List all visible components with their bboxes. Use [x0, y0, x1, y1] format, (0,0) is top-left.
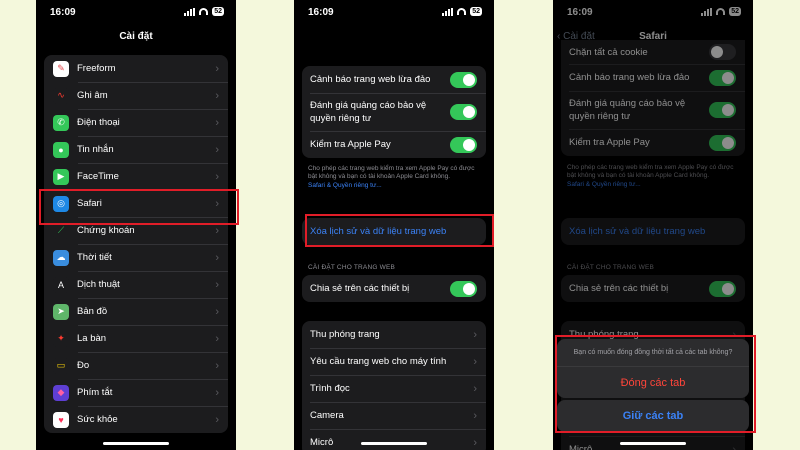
row-label: Trình đọc	[310, 383, 350, 394]
home-indicator	[620, 442, 686, 445]
chevron-right-icon: ›	[473, 409, 477, 422]
signal-icon	[184, 7, 196, 16]
apple-pay-note: Cho phép các trang web kiểm tra xem Appl…	[308, 165, 482, 190]
sidebar-item-đo[interactable]: ▭ Đo ›	[44, 352, 228, 379]
status-time: 16:09	[308, 7, 334, 18]
chevron-right-icon: ›	[215, 143, 219, 156]
chevron-right-icon: ›	[215, 89, 219, 102]
sidebar-item-sức-khỏe[interactable]: ♥ Sức khỏe ›	[44, 406, 228, 433]
status-time: 16:09	[50, 7, 76, 18]
fraud-warning-toggle[interactable]	[450, 71, 477, 88]
chevron-right-icon: ›	[215, 278, 219, 291]
section-header: CÀI ĐẶT CHO TRANG WEB	[308, 264, 396, 271]
sidebar-item-ghi-âm[interactable]: ∿ Ghi âm ›	[44, 82, 228, 109]
app-label: Điện thoại	[77, 117, 120, 128]
row-label: Thu phóng trang	[310, 329, 380, 340]
wifi-icon	[199, 8, 209, 15]
sidebar-item-facetime[interactable]: ▶ FaceTime ›	[44, 163, 228, 190]
privacy-ad-row: Đánh giá quảng cáo bảo vệ quyền riêng tư	[302, 93, 486, 131]
sidebar-item-phím-tắt[interactable]: ◆ Phím tắt ›	[44, 379, 228, 406]
safari-highlight	[39, 189, 239, 225]
chevron-right-icon: ›	[473, 436, 477, 449]
sidebar-item-tin-nhắn[interactable]: ● Tin nhắn ›	[44, 136, 228, 163]
row-label: Yêu cầu trang web cho máy tính	[310, 356, 447, 367]
wifi-icon	[457, 8, 467, 15]
health-icon: ♥	[53, 411, 69, 428]
sidebar-item-điện-thoại[interactable]: ✆ Điện thoại ›	[44, 109, 228, 136]
chevron-right-icon: ›	[473, 382, 477, 395]
weather-icon: ☁	[53, 249, 69, 266]
privacy-ad-toggle[interactable]	[450, 104, 477, 120]
chevron-right-icon: ›	[215, 224, 219, 237]
list-item[interactable]: Micrô ›	[302, 429, 486, 450]
fraud-warning-row: Cảnh báo trang web lừa đảo	[302, 66, 486, 93]
signal-icon	[442, 7, 454, 16]
list-item[interactable]: Thu phóng trang ›	[302, 321, 486, 348]
maps-icon: ➤	[53, 303, 69, 320]
app-label: Sức khỏe	[77, 414, 118, 425]
apple-pay-row: Kiểm tra Apple Pay	[302, 131, 486, 158]
sidebar-item-freeform[interactable]: ✎ Freeform ›	[44, 55, 228, 82]
battery-icon: 52	[212, 7, 224, 16]
clear-history-highlight	[305, 214, 494, 247]
note-text: Cho phép các trang web kiểm tra xem Appl…	[308, 165, 475, 180]
phone-icon: ✆	[53, 114, 69, 131]
row-label: Camera	[310, 410, 344, 421]
messages-icon: ●	[53, 141, 69, 158]
chevron-right-icon: ›	[215, 62, 219, 75]
translate-icon: A	[53, 276, 69, 293]
freeform-icon: ✎	[53, 60, 69, 77]
sidebar-item-dịch-thuật[interactable]: A Dịch thuật ›	[44, 271, 228, 298]
chevron-right-icon: ›	[215, 170, 219, 183]
chevron-right-icon: ›	[215, 359, 219, 372]
app-label: Dịch thuật	[77, 279, 120, 290]
measure-icon: ▭	[53, 357, 69, 374]
home-indicator	[103, 442, 169, 445]
privacy-group: Cảnh báo trang web lừa đảo Đánh giá quản…	[302, 66, 486, 158]
list-item[interactable]: Yêu cầu trang web cho máy tính ›	[302, 348, 486, 375]
share-devices-toggle[interactable]	[450, 280, 477, 297]
app-label: Phím tắt	[77, 387, 113, 398]
voice-memos-icon: ∿	[53, 87, 69, 104]
app-label: La bàn	[77, 333, 107, 344]
facetime-icon: ▶	[53, 168, 69, 185]
apple-pay-toggle[interactable]	[450, 136, 477, 153]
app-label: Đo	[77, 360, 90, 371]
home-indicator	[361, 442, 427, 445]
app-label: Bản đồ	[77, 306, 108, 317]
chevron-right-icon: ›	[215, 251, 219, 264]
status-overlay	[302, 24, 486, 62]
chevron-right-icon: ›	[215, 413, 219, 426]
status-bar: 16:09 52	[294, 0, 494, 24]
battery-icon: 52	[470, 7, 482, 16]
app-label: Ghi âm	[77, 90, 108, 101]
app-label: Tin nhắn	[77, 144, 114, 155]
app-label: Freeform	[77, 63, 116, 74]
app-label: FaceTime	[77, 171, 119, 182]
sidebar-item-thời-tiết[interactable]: ☁ Thời tiết ›	[44, 244, 228, 271]
list-item[interactable]: Camera ›	[302, 402, 486, 429]
site-settings-group: Thu phóng trang › Yêu cầu trang web cho má…	[302, 321, 486, 450]
sidebar-item-la-bàn[interactable]: ✦ La bàn ›	[44, 325, 228, 352]
share-group: Chia sẻ trên các thiết bị	[302, 275, 486, 302]
chevron-right-icon: ›	[215, 305, 219, 318]
action-sheet-highlight	[555, 335, 756, 433]
page-title: Cài đặt	[119, 31, 153, 42]
settings-app-list: ✎ Freeform › ∿ Ghi âm › ✆ Điện thoại › ● Tin nhắn ›…	[44, 55, 228, 433]
privacy-link[interactable]: Safari & Quyền riêng tư...	[308, 182, 482, 190]
chevron-right-icon: ›	[215, 116, 219, 129]
app-label: Chứng khoán	[77, 225, 135, 236]
app-label: Thời tiết	[77, 252, 112, 263]
share-devices-row: Chia sẻ trên các thiết bị	[302, 275, 486, 302]
shortcuts-icon: ◆	[53, 384, 69, 401]
chevron-right-icon: ›	[473, 355, 477, 368]
settings-screen: 16:09 52 Cài đặt ✎ Freeform › ∿ Ghi âm › ✆ Điện…	[36, 0, 236, 450]
chevron-right-icon: ›	[473, 328, 477, 341]
compass-icon: ✦	[53, 330, 69, 347]
chevron-right-icon: ›	[215, 332, 219, 345]
status-bar: 16:09 52	[36, 0, 236, 24]
list-item[interactable]: Trình đọc ›	[302, 375, 486, 402]
sidebar-item-bản-đồ[interactable]: ➤ Bản đồ ›	[44, 298, 228, 325]
chevron-right-icon: ›	[215, 386, 219, 399]
